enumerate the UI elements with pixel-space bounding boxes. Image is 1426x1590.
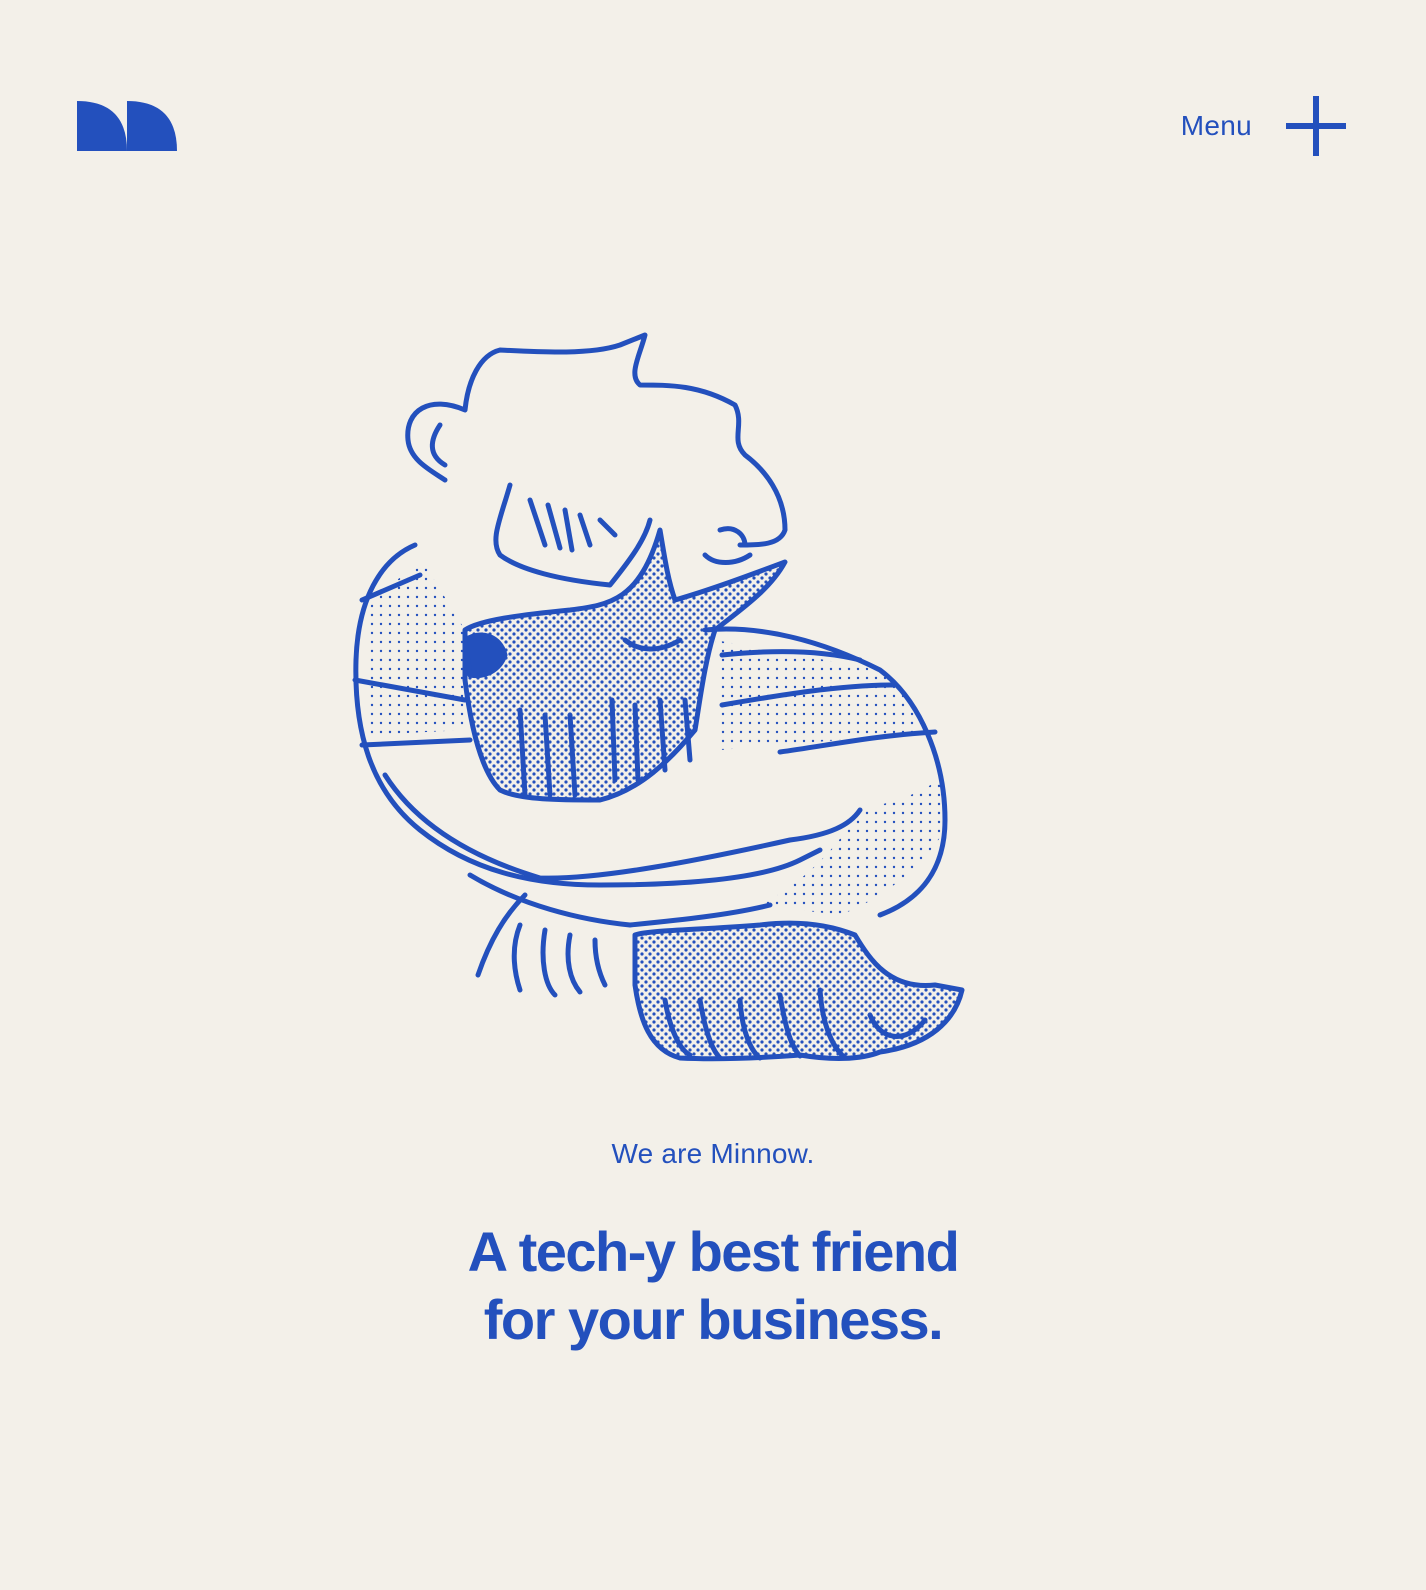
person-hugging-dog-illustration xyxy=(352,332,965,1062)
stripe xyxy=(359,737,473,748)
smile xyxy=(702,552,753,565)
head-outline xyxy=(405,332,788,548)
headline-line-1: A tech-y best friend xyxy=(467,1220,960,1283)
dog-body-bottom xyxy=(632,920,965,1062)
hand-left-fingers xyxy=(475,892,608,998)
plus-icon[interactable] xyxy=(1286,96,1346,156)
headline-line-2: for your business. xyxy=(483,1288,944,1351)
logo-right-shape xyxy=(127,101,177,151)
logo-left-shape xyxy=(77,101,127,151)
logo-icon[interactable] xyxy=(77,101,177,151)
tagline: We are Minnow. xyxy=(611,1138,815,1169)
fingers xyxy=(527,497,618,553)
sweater-shading-right xyxy=(715,640,935,750)
hand-over-face xyxy=(493,482,653,588)
headline: A tech-y best friend for your business. xyxy=(0,1218,1426,1354)
menu-button[interactable]: Menu xyxy=(1181,96,1346,156)
menu-label: Menu xyxy=(1180,110,1252,141)
ear-inner xyxy=(429,422,448,468)
